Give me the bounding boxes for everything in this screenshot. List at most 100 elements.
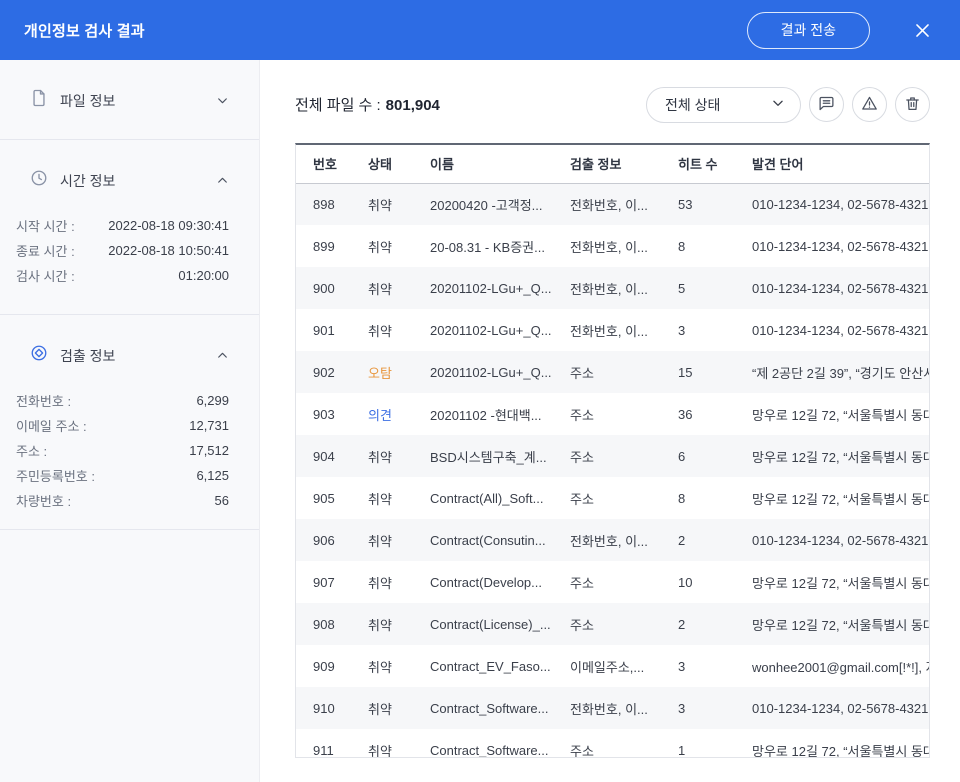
table-row[interactable]: 909 취약 Contract_EV_Faso... 이메일주소,... 3 w… [296, 645, 929, 687]
list-item: 종료 시간 : 2022-08-18 10:50:41 [16, 238, 229, 263]
table-row[interactable]: 910 취약 Contract_Software... 전화번호, 이... 3… [296, 687, 929, 729]
cell-found-words: 010-1234-1234, 02-5678-4321, 0 [742, 225, 929, 267]
cell-found-words: 망우로 12길 72, “서울특별시 동대 [742, 393, 929, 435]
cell-hit-count: 10 [668, 561, 742, 603]
table-row[interactable]: 901 취약 20201102-LGu+_Q... 전화번호, 이... 3 0… [296, 309, 929, 351]
cell-detect-info: 이메일주소,... [560, 645, 668, 687]
cell-detect-info: 주소 [560, 477, 668, 519]
cell-hit-count: 15 [668, 351, 742, 393]
cell-detect-info: 주소 [560, 561, 668, 603]
table-row[interactable]: 899 취약 20-08.31 - KB증권... 전화번호, 이... 8 0… [296, 225, 929, 267]
total-file-count-label: 전체 파일 수 : [295, 97, 381, 114]
cell-status: 취약 [358, 225, 420, 267]
cell-name: 20201102-LGu+_Q... [420, 351, 560, 393]
cell-number: 900 [296, 267, 358, 309]
cell-number: 909 [296, 645, 358, 687]
cell-number: 907 [296, 561, 358, 603]
warning-button[interactable] [852, 87, 887, 122]
cell-hit-count: 1 [668, 729, 742, 758]
status-filter-selected: 전체 상태 [665, 95, 720, 115]
column-header-detect-info: 검출 정보 [560, 145, 668, 183]
table-row[interactable]: 911 취약 Contract_Software... 주소 1 망우로 12길… [296, 729, 929, 758]
cell-number: 899 [296, 225, 358, 267]
item-value: 01:20:00 [178, 268, 229, 283]
cell-hit-count: 2 [668, 603, 742, 645]
cell-status: 취약 [358, 519, 420, 561]
table-row[interactable]: 906 취약 Contract(Consutin... 전화번호, 이... 2… [296, 519, 929, 561]
sidebar-section-time-info: 시간 정보 시작 시간 : 2022-08-18 09:30:41 종료 시간 … [0, 140, 259, 315]
cell-hit-count: 6 [668, 435, 742, 477]
column-header-status: 상태 [358, 145, 420, 183]
send-results-button[interactable]: 결과 전송 [747, 12, 870, 49]
cell-found-words: 010-1234-1234, 02-5678-4321, 0 [742, 687, 929, 729]
cell-detect-info: 주소 [560, 435, 668, 477]
item-label: 시작 시간 : [16, 216, 75, 235]
header: 개인정보 검사 결과 결과 전송 [0, 0, 960, 60]
cell-name: Contract(Consutin... [420, 519, 560, 561]
cell-name: 20201102-LGu+_Q... [420, 309, 560, 351]
item-label: 검사 시간 : [16, 266, 75, 285]
item-label: 이메일 주소 : [16, 416, 87, 435]
cell-number: 898 [296, 183, 358, 225]
table-row[interactable]: 908 취약 Contract(License)_... 주소 2 망우로 12… [296, 603, 929, 645]
cell-number: 911 [296, 729, 358, 758]
cell-found-words: 010-1234-1234, 02-5678-4321, 0 [742, 309, 929, 351]
sidebar: 파일 정보 시간 정보 [0, 60, 260, 782]
list-item: 검사 시간 : 01:20:00 [16, 263, 229, 288]
cell-name: Contract_Software... [420, 729, 560, 758]
column-header-name: 이름 [420, 145, 560, 183]
cell-status: 취약 [358, 561, 420, 603]
cell-name: Contract(All)_Soft... [420, 477, 560, 519]
cell-hit-count: 8 [668, 225, 742, 267]
cell-hit-count: 3 [668, 687, 742, 729]
item-label: 종료 시간 : [16, 241, 75, 260]
file-info-section-header[interactable]: 파일 정보 [0, 89, 259, 112]
cell-detect-info: 주소 [560, 351, 668, 393]
cell-hit-count: 53 [668, 183, 742, 225]
table-row[interactable]: 905 취약 Contract(All)_Soft... 주소 8 망우로 12… [296, 477, 929, 519]
cell-name: 20201102-LGu+_Q... [420, 267, 560, 309]
list-item: 주민등록번호 : 6,125 [16, 463, 229, 488]
cell-name: 20200420 -고객정... [420, 183, 560, 225]
cell-status: 취약 [358, 309, 420, 351]
cell-detect-info: 주소 [560, 603, 668, 645]
table-row[interactable]: 904 취약 BSD시스템구축_계... 주소 6 망우로 12길 72, “서… [296, 435, 929, 477]
table-row[interactable]: 903 의견 20201102 -현대백... 주소 36 망우로 12길 72… [296, 393, 929, 435]
status-filter-dropdown[interactable]: 전체 상태 [646, 87, 801, 123]
table-row[interactable]: 907 취약 Contract(Develop... 주소 10 망우로 12길… [296, 561, 929, 603]
cell-found-words: 망우로 12길 72, “서울특별시 동대 [742, 603, 929, 645]
column-header-number: 번호 [296, 145, 358, 183]
results-table-header: 번호 상태 이름 검출 정보 히트 수 발견 단어 [296, 145, 929, 183]
item-value: 2022-08-18 09:30:41 [108, 218, 229, 233]
close-icon[interactable] [910, 18, 934, 42]
cell-status: 취약 [358, 603, 420, 645]
cell-number: 905 [296, 477, 358, 519]
item-value: 2022-08-18 10:50:41 [108, 243, 229, 258]
cell-detect-info: 주소 [560, 393, 668, 435]
list-item: 차량번호 : 56 [16, 488, 229, 513]
table-row[interactable]: 902 오탐 20201102-LGu+_Q... 주소 15 “제 2공단 2… [296, 351, 929, 393]
cell-status: 취약 [358, 729, 420, 758]
cell-status: 취약 [358, 435, 420, 477]
clock-icon [30, 169, 48, 192]
detect-info-section-header[interactable]: 검출 정보 [0, 344, 259, 367]
column-header-found-words: 발견 단어 [742, 145, 929, 183]
trash-button[interactable] [895, 87, 930, 122]
cell-number: 901 [296, 309, 358, 351]
sidebar-section-file-info: 파일 정보 [0, 60, 259, 140]
item-value: 12,731 [189, 418, 229, 433]
chevron-down-icon [771, 96, 785, 113]
table-row[interactable]: 898 취약 20200420 -고객정... 전화번호, 이... 53 01… [296, 183, 929, 225]
item-label: 주소 : [16, 441, 47, 460]
total-file-count-value: 801,904 [386, 97, 440, 114]
cell-detect-info: 전화번호, 이... [560, 519, 668, 561]
table-row[interactable]: 900 취약 20201102-LGu+_Q... 전화번호, 이... 5 0… [296, 267, 929, 309]
item-label: 전화번호 : [16, 391, 71, 410]
cell-status: 취약 [358, 645, 420, 687]
comment-button[interactable] [809, 87, 844, 122]
cell-status: 취약 [358, 267, 420, 309]
cell-detect-info: 전화번호, 이... [560, 309, 668, 351]
time-info-section-header[interactable]: 시간 정보 [0, 169, 259, 192]
main-content: 전체 파일 수 : 801,904 전체 상태 [260, 60, 960, 782]
privacy-scan-results-window: 개인정보 검사 결과 결과 전송 파일 정보 [0, 0, 960, 782]
